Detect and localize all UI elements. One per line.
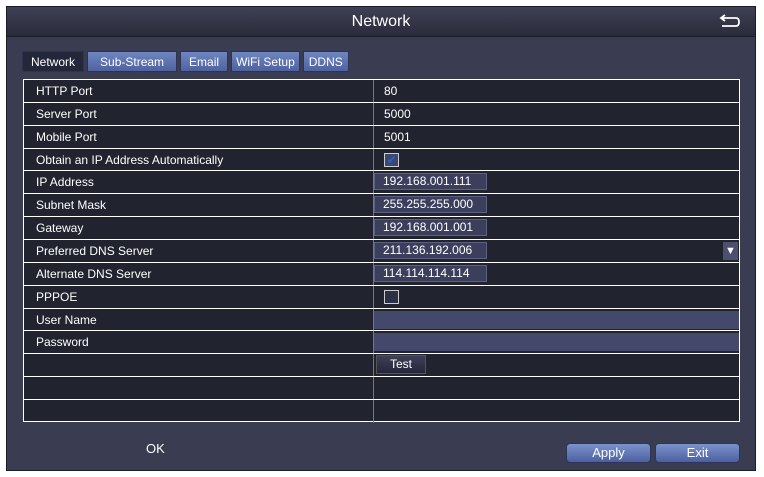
table-row: PPPOE <box>24 285 739 309</box>
table-row: Preferred DNS Server 211.136.192.006 ▼ <box>24 240 739 263</box>
tab-ddns[interactable]: DDNS <box>302 51 349 72</box>
empty-cell <box>24 354 374 377</box>
tab-email[interactable]: Email <box>180 51 229 72</box>
apply-button[interactable]: Apply <box>566 443 651 463</box>
table-row: HTTP Port 80 <box>24 80 739 103</box>
username-input[interactable] <box>374 310 739 329</box>
table-row: IP Address 192.168.001.111 <box>24 171 739 195</box>
dns2-label: Alternate DNS Server <box>24 262 374 285</box>
server-port-label: Server Port <box>24 102 374 125</box>
table-row: Password <box>24 331 739 355</box>
table-row: Gateway 192.168.001.001 <box>24 217 739 241</box>
table-row <box>24 400 739 423</box>
network-window: Network Network Sub-Stream Email WiFi Se… <box>6 6 756 471</box>
pppoe-label: PPPOE <box>24 285 374 308</box>
empty-cell <box>24 377 374 400</box>
empty-cell <box>24 400 374 423</box>
dhcp-checkbox[interactable]: ✔ <box>384 152 399 167</box>
mask-label: Subnet Mask <box>24 194 374 217</box>
password-input[interactable] <box>374 333 739 352</box>
empty-cell <box>374 400 739 423</box>
mobile-port-label: Mobile Port <box>24 125 374 148</box>
preferred-dns-input[interactable]: 211.136.192.006 <box>374 242 487 260</box>
table-row: User Name <box>24 308 739 332</box>
ok-label[interactable]: OK <box>146 441 165 456</box>
ip-label: IP Address <box>24 171 374 194</box>
table-row: Subnet Mask 255.255.255.000 <box>24 194 739 218</box>
dns-dropdown-icon[interactable]: ▼ <box>723 242 738 261</box>
gateway-input[interactable]: 192.168.001.001 <box>374 219 487 237</box>
table-row <box>24 377 739 401</box>
window-title: Network <box>351 13 411 30</box>
dns1-label: Preferred DNS Server <box>24 240 374 262</box>
mobile-port-field[interactable]: 5001 <box>374 126 739 148</box>
exit-button[interactable]: Exit <box>655 443 740 463</box>
pppoe-checkbox[interactable] <box>384 289 399 304</box>
gateway-label: Gateway <box>24 217 374 240</box>
table-row: Alternate DNS Server 114.114.114.114 <box>24 262 739 286</box>
tab-sub-stream[interactable]: Sub-Stream <box>87 51 178 72</box>
ip-address-input[interactable]: 192.168.001.111 <box>374 173 487 191</box>
test-button[interactable]: Test <box>376 355 426 375</box>
subnet-mask-input[interactable]: 255.255.255.000 <box>374 196 487 214</box>
server-port-field[interactable]: 5000 <box>374 103 739 125</box>
tab-wifi-setup[interactable]: WiFi Setup <box>231 51 300 72</box>
dhcp-label: Obtain an IP Address Automatically <box>24 148 374 171</box>
return-arrow-icon[interactable] <box>719 12 741 30</box>
alternate-dns-input[interactable]: 114.114.114.114 <box>374 264 487 282</box>
table-row: Server Port 5000 <box>24 102 739 126</box>
title-bar: Network <box>7 7 755 37</box>
tab-bar: Network Sub-Stream Email WiFi Setup DDNS <box>22 51 349 72</box>
username-label: User Name <box>24 308 374 331</box>
tab-network[interactable]: Network <box>22 51 85 72</box>
network-settings-table: HTTP Port 80 Server Port 5000 Mobile Port 5… <box>23 79 740 423</box>
table-row: Test <box>24 354 739 378</box>
http-port-field[interactable]: 80 <box>374 80 739 102</box>
table-row: Mobile Port 5001 <box>24 125 739 149</box>
password-label: Password <box>24 331 374 354</box>
empty-cell <box>374 377 739 399</box>
table-row: Obtain an IP Address Automatically ✔ <box>24 148 739 172</box>
http-port-label: HTTP Port <box>24 80 374 102</box>
